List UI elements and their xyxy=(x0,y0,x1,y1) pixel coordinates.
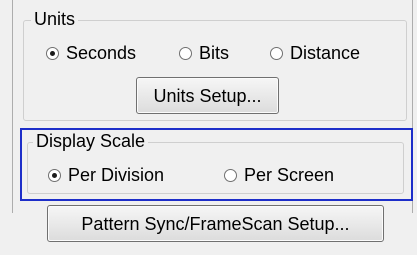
units-groupbox: Units Seconds Bits Distance Units Setup.… xyxy=(23,9,407,121)
radio-unselected-icon xyxy=(270,46,283,60)
radio-distance-label: Distance xyxy=(290,43,361,63)
radio-bits-label: Bits xyxy=(199,43,230,63)
radio-selected-icon xyxy=(48,168,61,182)
radio-per-screen[interactable]: Per Screen xyxy=(224,165,334,185)
radio-selected-icon xyxy=(46,46,59,60)
radio-seconds[interactable]: Seconds xyxy=(46,43,136,63)
radio-unselected-icon xyxy=(224,168,237,182)
radio-per-division-label: Per Division xyxy=(68,165,165,185)
radio-seconds-label: Seconds xyxy=(66,43,137,63)
units-setup-button[interactable]: Units Setup... xyxy=(136,77,279,114)
radio-distance[interactable]: Distance xyxy=(270,43,360,63)
display-scale-groupbox: Display Scale Per Division Per Screen xyxy=(27,131,404,194)
radio-per-division[interactable]: Per Division xyxy=(48,165,164,185)
radio-unselected-icon xyxy=(179,46,192,60)
radio-per-screen-label: Per Screen xyxy=(244,165,335,185)
display-scale-legend: Display Scale xyxy=(33,131,149,151)
radio-bits[interactable]: Bits xyxy=(179,43,229,63)
pattern-sync-framescan-setup-button[interactable]: Pattern Sync/FrameScan Setup... xyxy=(47,205,384,242)
units-legend: Units xyxy=(31,9,79,29)
